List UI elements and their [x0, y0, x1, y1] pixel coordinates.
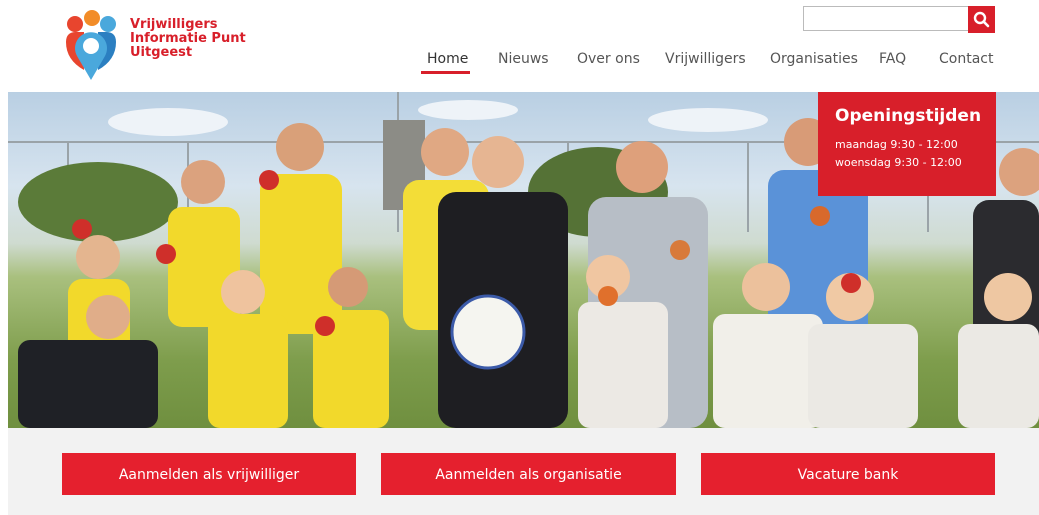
logo-icon[interactable] — [62, 10, 120, 80]
nav-nieuws[interactable]: Nieuws — [498, 51, 549, 67]
brand-line-2: Informatie Punt — [130, 31, 246, 46]
opening-hours-title: Openingstijden — [835, 106, 982, 126]
brand-line-3: Uitgeest — [130, 45, 193, 60]
nav-contact[interactable]: Contact — [939, 51, 993, 67]
opening-hours-monday: maandag 9:30 - 12:00 — [835, 138, 958, 151]
search-input[interactable] — [803, 6, 969, 31]
vacancy-bank-button[interactable]: Vacature bank — [701, 453, 995, 495]
search-icon — [973, 11, 990, 28]
opening-hours-box: Openingstijden maandag 9:30 - 12:00 woen… — [818, 92, 996, 196]
opening-hours-wednesday: woensdag 9:30 - 12:00 — [835, 156, 962, 169]
nav-home[interactable]: Home — [427, 51, 468, 67]
brand-line-1: Vrijwilligers — [130, 17, 218, 32]
nav-vrijwilligers[interactable]: Vrijwilligers — [665, 51, 746, 67]
nav-faq[interactable]: FAQ — [879, 51, 906, 67]
search-bar — [803, 6, 995, 33]
nav-over-ons[interactable]: Over ons — [577, 51, 640, 67]
nav-active-underline — [421, 71, 470, 74]
search-button[interactable] — [968, 6, 995, 33]
brand-name[interactable]: Vrijwilligers Informatie Punt Uitgeest — [130, 18, 246, 60]
register-organization-button[interactable]: Aanmelden als organisatie — [381, 453, 676, 495]
nav-organisaties[interactable]: Organisaties — [770, 51, 858, 67]
register-volunteer-button[interactable]: Aanmelden als vrijwilliger — [62, 453, 356, 495]
